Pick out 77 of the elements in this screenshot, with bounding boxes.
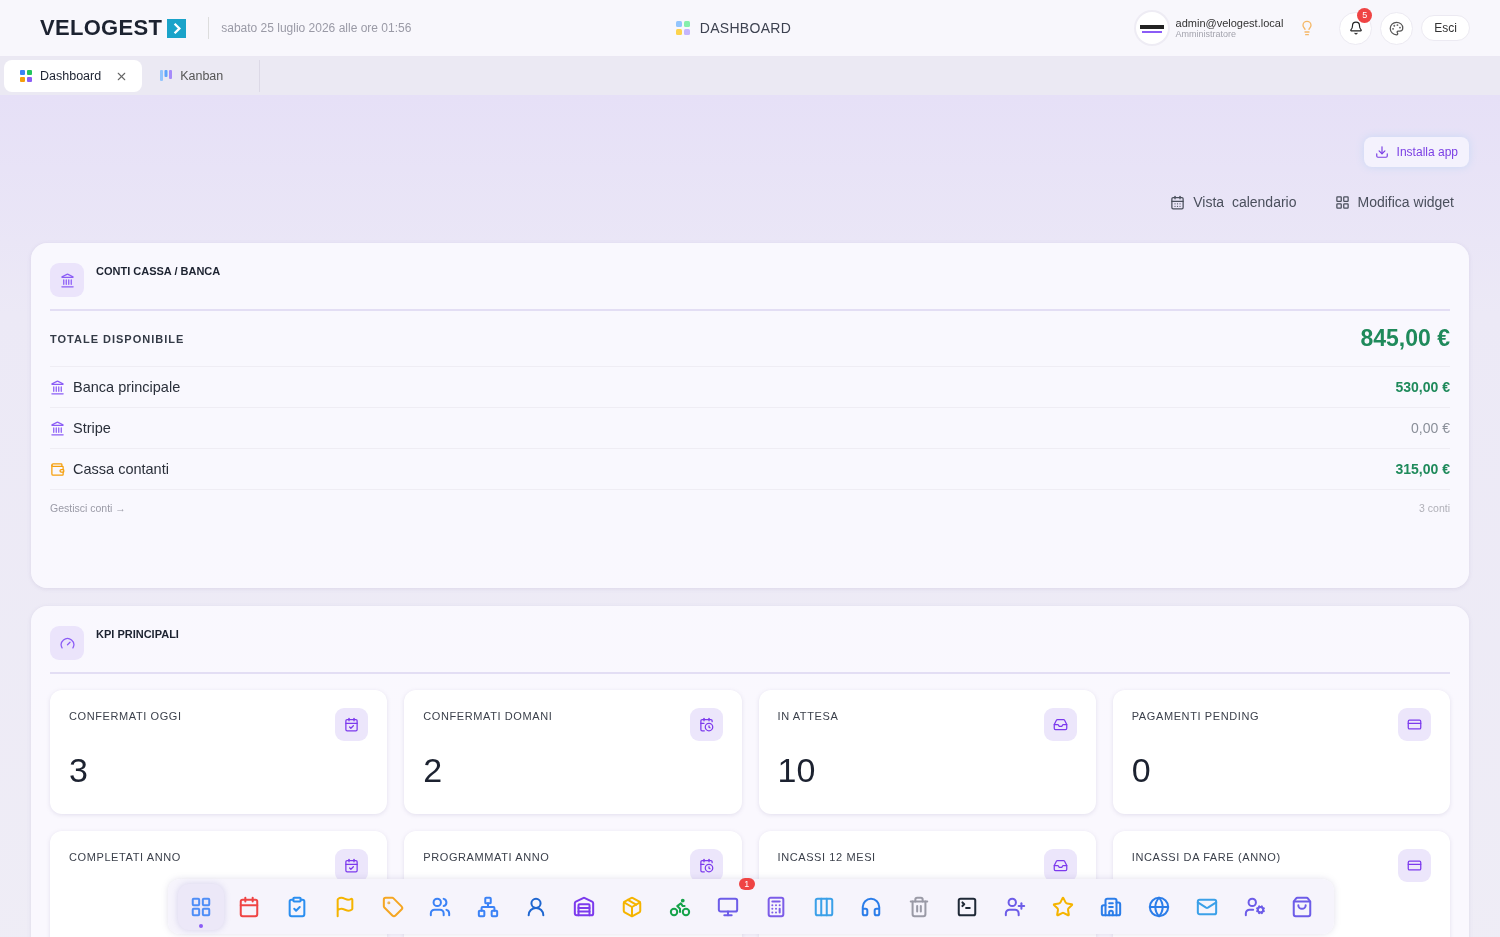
monitor-icon <box>716 895 739 918</box>
account-name: Stripe <box>73 420 112 436</box>
kpi-value: 10 <box>777 751 817 790</box>
credit-card-icon <box>1398 708 1431 741</box>
avatar[interactable] <box>1135 12 1168 44</box>
account-amount: 0,00 € <box>1411 420 1450 436</box>
total-label: TOTALE DISPONIBILE <box>50 332 185 345</box>
tab[interactable]: Kanban <box>144 60 261 92</box>
bank-icon <box>50 263 84 297</box>
page-title: DASHBOARD <box>699 20 792 36</box>
tab[interactable]: Dashboard <box>4 60 143 92</box>
kpi-label: IN ATTESA <box>777 710 839 722</box>
brand-name: VELOGEST <box>40 15 163 41</box>
star-icon <box>1052 895 1075 918</box>
wallet-icon <box>50 461 65 477</box>
kpi-value: 2 <box>423 751 444 790</box>
logout-button[interactable]: Esci <box>1421 15 1470 41</box>
users-icon <box>429 895 452 918</box>
board-icon <box>160 70 173 82</box>
palette-button[interactable] <box>1380 11 1414 45</box>
bag-icon <box>1291 895 1314 918</box>
kpi-label: INCASSI DA FARE (ANNO) <box>1131 851 1281 863</box>
kpi-label: COMPLETATI ANNO <box>69 851 181 863</box>
building-icon <box>1099 895 1122 918</box>
network-icon <box>477 895 500 918</box>
bank-icon <box>50 420 65 436</box>
grid-icon <box>675 21 690 35</box>
inbox-icon <box>1043 708 1077 741</box>
grid-icon <box>190 895 212 918</box>
calendar-check-icon <box>335 708 369 741</box>
kpi-label: CONFERMATI OGGI <box>69 710 182 722</box>
calendar-icon <box>237 895 260 918</box>
calendar-clock-icon <box>689 708 723 741</box>
trash-icon <box>908 895 931 918</box>
edit-widget-button[interactable]: Modifica widget <box>1334 194 1454 210</box>
account-name: Banca principale <box>73 379 182 395</box>
tag-icon <box>381 895 404 918</box>
logo-icon <box>167 18 187 38</box>
card-title: CONTI CASSA / BANCA <box>96 265 221 279</box>
calendar-icon <box>1170 194 1186 210</box>
kpi-value: 0 <box>1131 751 1152 790</box>
user-role: Amministratore <box>1175 29 1237 39</box>
globe-icon <box>1147 895 1170 918</box>
notification-badge: 5 <box>1357 7 1373 23</box>
bell-icon <box>1348 21 1363 35</box>
download-icon <box>1374 145 1389 159</box>
board-icon <box>812 895 835 918</box>
gauge-icon <box>50 626 84 660</box>
install-app-button[interactable]: Installa app <box>1363 137 1469 167</box>
total-amount: 845,00 € <box>1360 325 1450 352</box>
account-amount: 315,00 € <box>1395 461 1450 477</box>
terminal-icon <box>956 895 979 918</box>
tab-label: Kanban <box>180 69 224 83</box>
grid-icon <box>20 70 32 82</box>
accounts-count: 3 conti <box>1419 502 1450 516</box>
headset-icon <box>860 895 883 918</box>
kpi-label: CONFERMATI DOMANI <box>423 710 553 722</box>
bank-icon <box>50 379 65 395</box>
kpi-label: PROGRAMMATI ANNO <box>423 851 550 863</box>
date-time: sabato 25 luglio 2026 alle ore 01:56 <box>221 21 412 35</box>
kpi-label: PAGAMENTI PENDING <box>1131 710 1260 722</box>
card-title: KPI PRINCIPALI <box>96 628 179 642</box>
user-plus-icon <box>1004 895 1027 918</box>
palette-icon <box>1389 20 1405 36</box>
account-name: Cassa contanti <box>73 461 170 477</box>
box-icon <box>621 895 643 918</box>
tab-label: Dashboard <box>40 69 102 83</box>
warehouse-icon <box>573 895 596 918</box>
notifications-button[interactable]: 5 <box>1339 11 1373 45</box>
grid-icon <box>1334 194 1350 210</box>
account-amount: 530,00 € <box>1395 379 1450 395</box>
user-email: admin@velogest.local <box>1175 17 1284 29</box>
calendar-view-button[interactable]: Vista calendario <box>1170 194 1297 210</box>
kpi-value: 3 <box>69 751 89 790</box>
credit-card-icon <box>1398 849 1431 882</box>
kpi-label: INCASSI 12 MESI <box>777 851 876 863</box>
user-settings-icon <box>1243 895 1266 918</box>
